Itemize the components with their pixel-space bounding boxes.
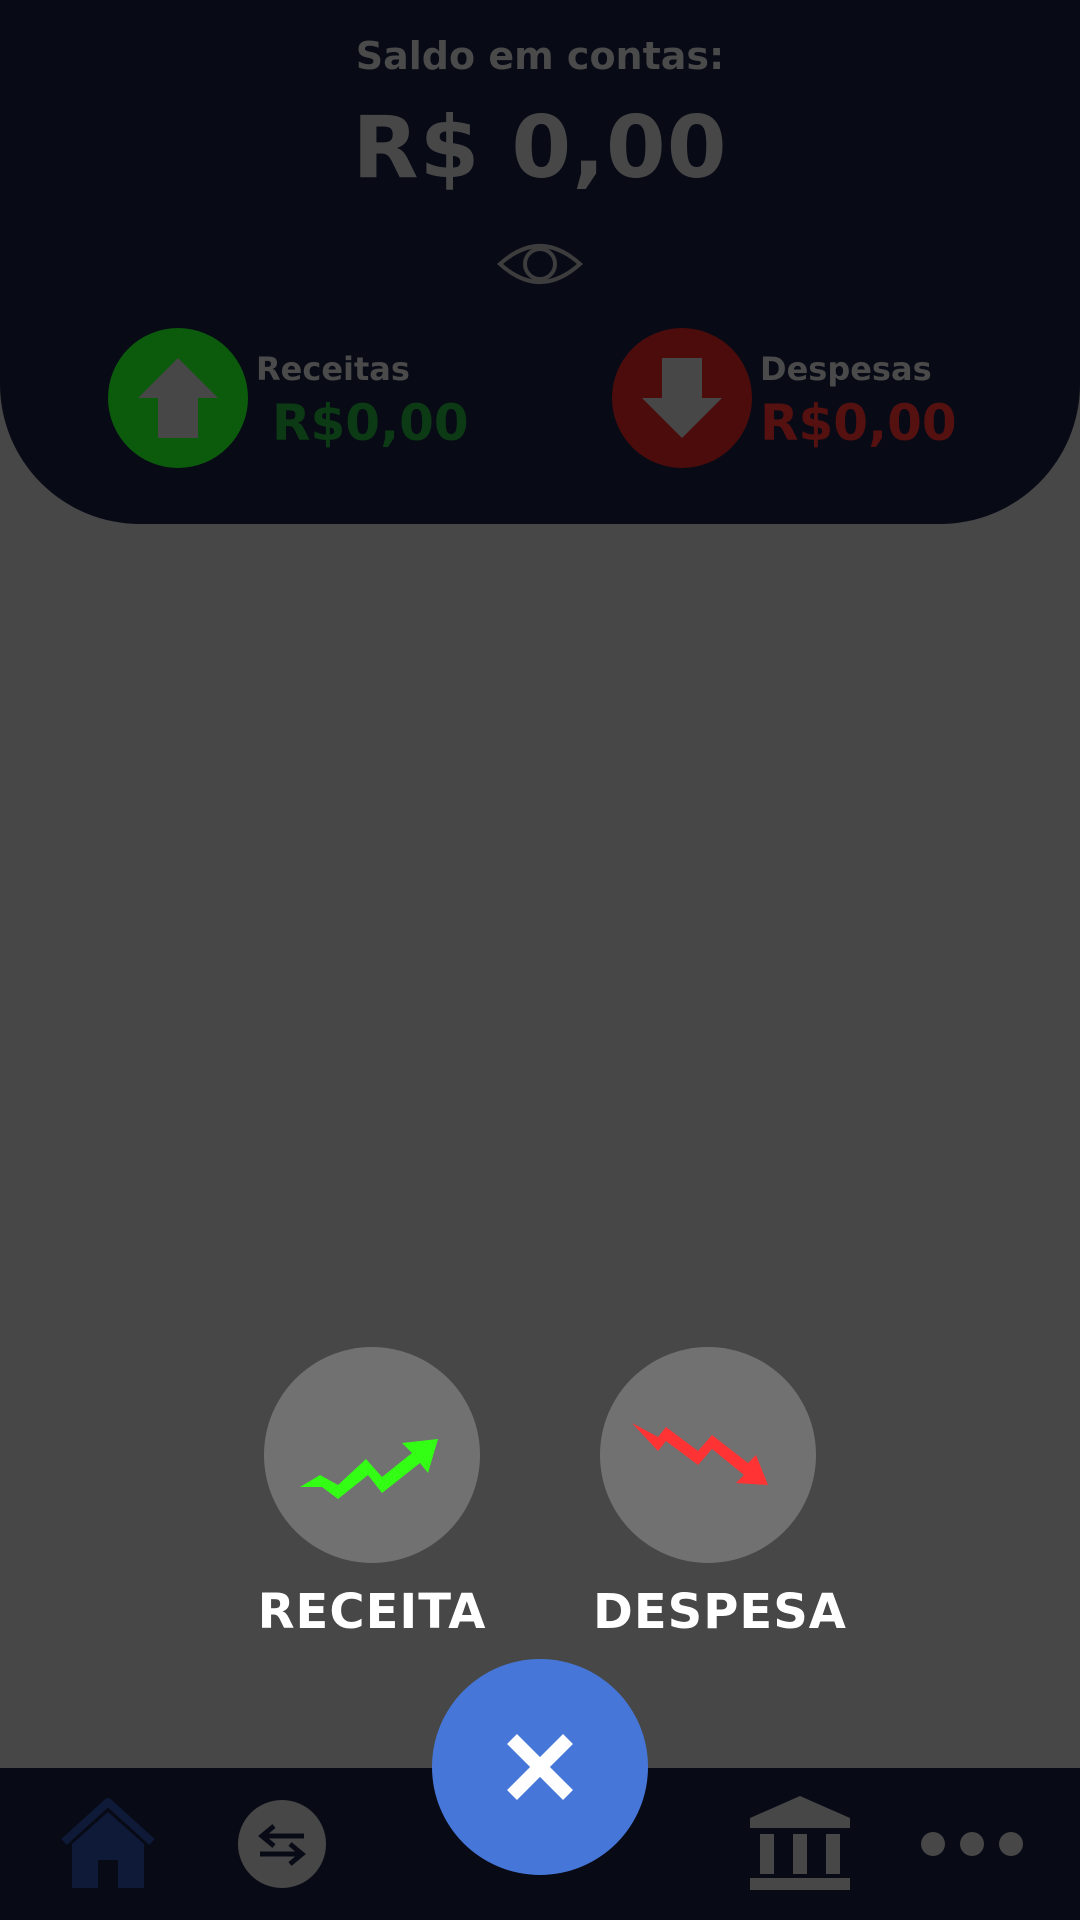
add-receita-button[interactable] — [264, 1347, 480, 1563]
expense-summary-button[interactable] — [612, 328, 752, 468]
balance-header: Saldo em contas: R$ 0,00 Receitas R$0,00… — [0, 0, 1080, 524]
income-summary-button[interactable] — [108, 328, 248, 468]
add-despesa-button[interactable] — [600, 1347, 816, 1563]
income-label: Receitas — [256, 350, 410, 388]
despesa-label[interactable]: DESPESA — [570, 1584, 870, 1640]
home-icon[interactable] — [58, 1796, 158, 1892]
transfer-icon — [258, 1824, 306, 1866]
close-icon — [507, 1734, 573, 1800]
expense-value: R$0,00 — [760, 394, 957, 452]
arrow-down-icon — [642, 358, 722, 438]
balance-value: R$ 0,00 — [352, 98, 728, 198]
receita-label[interactable]: RECEITA — [222, 1584, 522, 1640]
income-value: R$0,00 — [272, 394, 469, 452]
close-menu-button[interactable] — [432, 1659, 648, 1875]
more-icon[interactable] — [916, 1830, 1028, 1858]
trend-down-icon — [632, 1423, 768, 1485]
eye-icon[interactable] — [496, 234, 584, 294]
bank-icon[interactable] — [746, 1794, 854, 1892]
balance-label: Saldo em contas: — [355, 34, 725, 78]
transactions-nav-button[interactable] — [238, 1800, 326, 1888]
expense-label: Despesas — [760, 350, 932, 388]
arrow-up-icon — [138, 358, 218, 438]
trend-up-icon — [300, 1439, 438, 1499]
